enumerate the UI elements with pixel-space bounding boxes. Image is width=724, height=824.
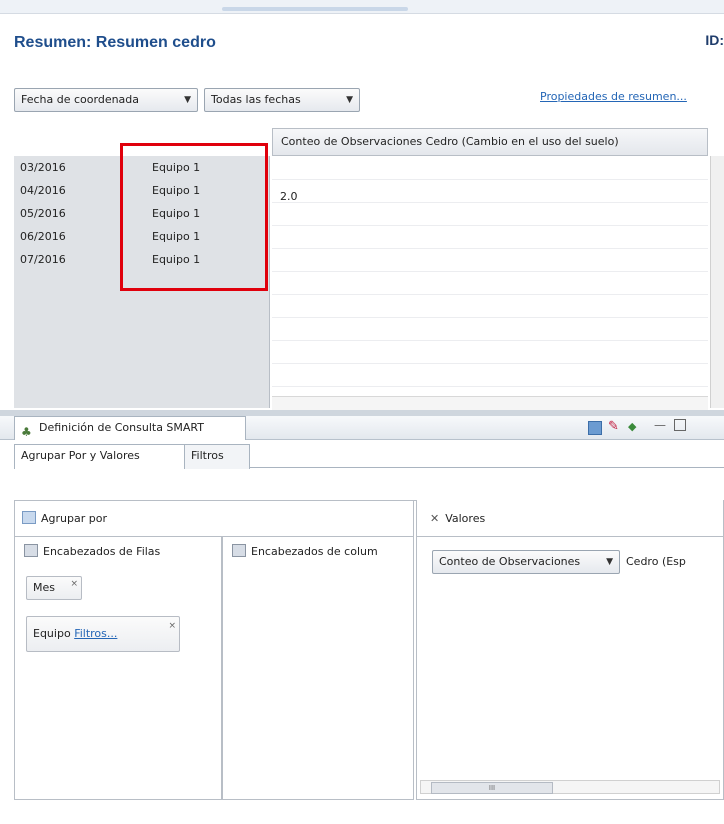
grid-horizontal-scrollbar[interactable] <box>272 396 708 410</box>
highlight-box <box>120 143 268 291</box>
chip-team-filters-link[interactable]: Filtros... <box>74 627 117 640</box>
values-horizontal-scrollbar[interactable]: III <box>420 780 720 794</box>
date-range-combo-label: Todas las fechas <box>211 93 301 106</box>
minimize-icon[interactable]: — <box>654 418 666 432</box>
chevron-down-icon: ▼ <box>184 95 191 105</box>
group-by-header: Agrupar por <box>22 509 107 529</box>
row-headers-header: Encabezados de Filas <box>24 542 160 562</box>
grid-column-header-label: Conteo de Observaciones Cedro (Cambio en… <box>281 135 619 148</box>
query-definition-tab-label: Definición de Consulta SMART <box>39 421 204 434</box>
values-header: ✕ Valores <box>430 509 485 529</box>
grid-vertical-scrollbar[interactable] <box>710 156 724 408</box>
grid-cell[interactable]: 2.0 <box>280 185 298 208</box>
row-headers-label: Encabezados de Filas <box>43 545 161 558</box>
date-range-combo[interactable]: Todas las fechas ▼ <box>204 88 360 112</box>
save-icon[interactable] <box>588 421 602 435</box>
values-drop-zone[interactable] <box>416 536 724 800</box>
query-definition-icon: ♣ <box>21 425 32 439</box>
group-by-label: Agrupar por <box>41 512 107 525</box>
column-headers-drop-zone[interactable] <box>222 536 414 800</box>
column-headers-label: Encabezados de colum <box>251 545 378 558</box>
id-label: ID: <box>705 32 724 48</box>
scroll-thumb[interactable]: III <box>431 782 553 794</box>
date-field-combo[interactable]: Fecha de coordenada ▼ <box>14 88 198 112</box>
table-columns-icon <box>232 544 246 557</box>
values-aggregate-combo[interactable]: Conteo de Observaciones ▼ <box>432 550 620 574</box>
chip-team-label: Equipo <box>33 627 71 640</box>
grid-column-header[interactable]: Conteo de Observaciones Cedro (Cambio en… <box>272 128 708 156</box>
chevron-down-icon: ▼ <box>606 557 613 567</box>
query-subtabs: Agrupar Por y Valores Filtros <box>14 444 724 469</box>
summary-properties-link[interactable]: Propiedades de resumen... <box>540 90 724 103</box>
values-aggregate-label: Conteo de Observaciones <box>439 555 581 568</box>
column-headers-header: Encabezados de colum <box>232 542 378 562</box>
row-month: 06/2016 <box>20 230 66 243</box>
row-month: 07/2016 <box>20 253 66 266</box>
values-label: Valores <box>445 512 486 525</box>
values-icon: ✕ <box>430 512 440 525</box>
close-icon[interactable]: × <box>168 609 176 643</box>
values-category-text: Cedro (Esp <box>626 555 686 568</box>
chevron-down-icon: ▼ <box>346 95 353 105</box>
row-month: 03/2016 <box>20 161 66 174</box>
chip-month[interactable]: Mes × <box>26 576 82 600</box>
tab-filters[interactable]: Filtros <box>184 444 250 469</box>
maximize-icon[interactable] <box>674 419 686 431</box>
grid-values-pane: 2.0 <box>272 156 708 408</box>
query-definition-tab[interactable]: ♣ Definición de Consulta SMART <box>14 416 246 440</box>
row-month: 05/2016 <box>20 207 66 220</box>
pencil-icon[interactable]: ✎ <box>608 419 619 434</box>
chip-team[interactable]: Equipo Filtros... × <box>26 616 180 652</box>
editor-tab-strip <box>0 0 724 14</box>
chip-month-label: Mes <box>33 581 55 594</box>
date-field-combo-label: Fecha de coordenada <box>21 93 140 106</box>
row-month: 04/2016 <box>20 184 66 197</box>
close-icon[interactable]: × <box>70 573 78 595</box>
summary-title: Resumen: Resumen cedro <box>14 34 216 51</box>
table-rows-icon <box>24 544 38 557</box>
view-menu-icon[interactable]: ◆ <box>628 420 636 433</box>
tab-group-by-values[interactable]: Agrupar Por y Valores <box>14 444 194 469</box>
group-by-icon <box>22 511 36 524</box>
active-tab-indicator <box>222 7 408 11</box>
